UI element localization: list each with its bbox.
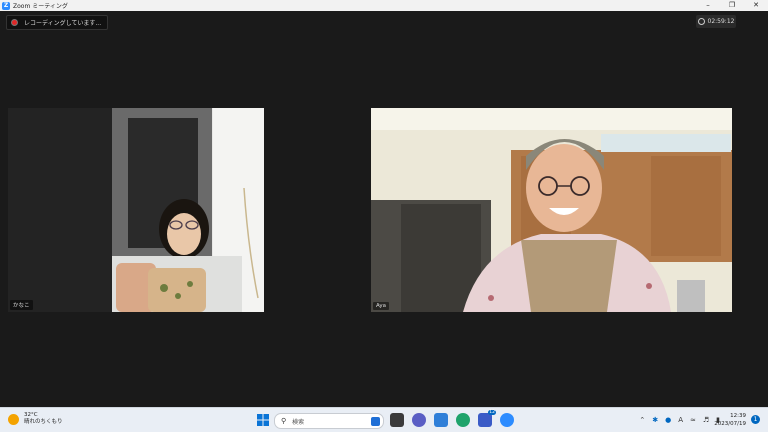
clock-date: 2023/07/19 xyxy=(714,421,746,427)
chat-icon[interactable] xyxy=(412,413,426,427)
zoom-logo-icon: Z xyxy=(2,1,10,10)
task-view-icon[interactable] xyxy=(390,413,404,427)
meeting-timer: 02:59:12 xyxy=(696,15,736,28)
close-button[interactable]: ✕ xyxy=(744,0,768,11)
bluetooth-icon[interactable]: ✱ xyxy=(652,416,658,424)
timer-value: 02:59:12 xyxy=(707,18,735,25)
title-bar: Z Zoom ミーティング – ❐ ✕ xyxy=(0,0,768,11)
participant-video-right xyxy=(371,108,732,312)
weather-widget[interactable]: 32°C 晴れのちくもり xyxy=(8,412,63,426)
microphone-icon[interactable]: ● xyxy=(665,416,671,424)
minimize-button[interactable]: – xyxy=(696,0,720,11)
weather-temp: 32°C xyxy=(24,412,38,418)
wifi-icon[interactable]: ≈ xyxy=(690,416,696,424)
notification-badge[interactable]: 1 xyxy=(751,415,760,424)
window-controls: – ❐ ✕ xyxy=(696,0,768,11)
search-label: 検索 xyxy=(292,418,305,426)
weather-text: 32°C 晴れのちくもり xyxy=(24,412,63,426)
volume-icon[interactable]: ♬ xyxy=(703,416,709,424)
teams-badge: 12 xyxy=(488,410,496,415)
pinned-apps: 12 xyxy=(390,410,514,427)
video-tile-left[interactable]: かなこ xyxy=(8,108,264,312)
video-tile-right[interactable]: Aya xyxy=(371,108,732,312)
participant-name-right: Aya xyxy=(373,302,390,310)
weather-condition: 晴れのちくもり xyxy=(24,419,63,425)
edge-icon[interactable] xyxy=(456,413,470,427)
clock-icon xyxy=(697,18,705,25)
windows-taskbar: 32°C 晴れのちくもり ⚲ 検索 12 ⌃ ✱ ● A ≈ ♬ ▮ 12:39 xyxy=(0,407,768,432)
zoom-app-icon[interactable] xyxy=(500,413,514,427)
ime-indicator[interactable]: A xyxy=(678,416,683,424)
windows-start-icon[interactable] xyxy=(256,413,270,427)
maximize-button[interactable]: ❐ xyxy=(720,0,744,11)
chevron-up-icon[interactable]: ⌃ xyxy=(639,416,645,424)
participant-video-left xyxy=(112,108,264,312)
recording-indicator[interactable]: レコーディングしています... xyxy=(6,15,108,30)
window-title: Zoom ミーティング xyxy=(13,3,68,10)
taskbar-search[interactable]: ⚲ 検索 xyxy=(274,413,384,429)
start-group xyxy=(256,413,270,427)
bing-icon[interactable] xyxy=(371,416,380,426)
mail-icon[interactable] xyxy=(434,413,448,427)
search-icon: ⚲ xyxy=(281,417,287,425)
system-tray: ⌃ ✱ ● A ≈ ♬ ▮ xyxy=(639,416,720,424)
record-dot-icon xyxy=(11,19,18,26)
participant-name-left: かなこ xyxy=(10,300,33,310)
recording-text: レコーディングしています... xyxy=(24,20,102,27)
weather-sun-icon xyxy=(8,413,19,425)
teams-icon[interactable]: 12 xyxy=(478,410,496,427)
taskbar-clock[interactable]: 12:39 2023/07/19 xyxy=(714,412,746,428)
clock-time: 12:39 xyxy=(730,413,746,419)
